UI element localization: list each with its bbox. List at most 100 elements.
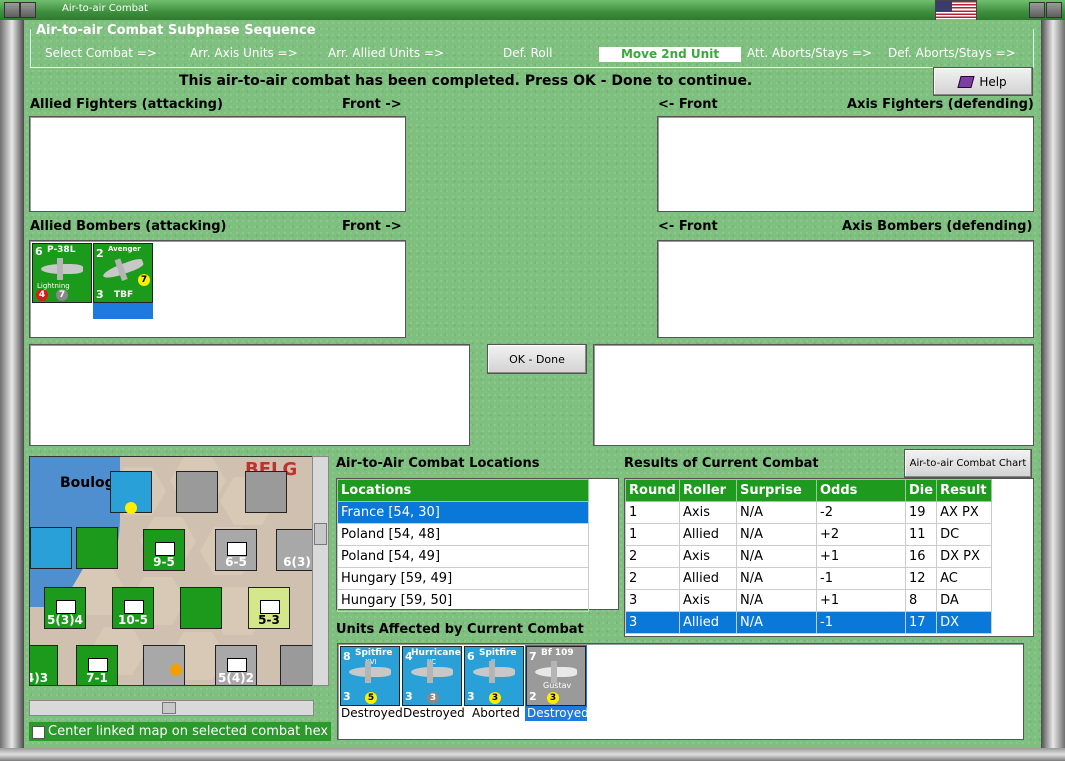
title-bar: Air-to-air Combat bbox=[0, 0, 1065, 22]
close-icon[interactable] bbox=[1046, 2, 1062, 18]
map-air-counter-macchi[interactable] bbox=[245, 471, 287, 513]
map-vertical-thumb[interactable] bbox=[314, 523, 327, 545]
allied-fighters-box[interactable] bbox=[29, 116, 406, 212]
result-cell: +1 bbox=[816, 589, 906, 612]
combat-chart-button[interactable]: Air-to-air Combat Chart bbox=[904, 449, 1032, 478]
unit-counter-p38l[interactable]: 6 P-38L Lightning 4 7 bbox=[32, 243, 92, 303]
unit-counter-avenger[interactable]: 2 Avenger 7 3 TBF bbox=[93, 243, 153, 303]
system-menu-icon[interactable] bbox=[4, 2, 20, 18]
map-counter-10-5[interactable]: 10-5 bbox=[112, 587, 154, 629]
result-cell: 16 bbox=[904, 545, 938, 568]
map-counter-5-3-4[interactable]: 5(3)4 bbox=[44, 587, 86, 629]
results-list[interactable]: Round Roller Surprise Odds Die Result 1A… bbox=[624, 478, 1034, 637]
affected-unit-spitfire-xvi[interactable]: 8 Spitfire XVI 3 5 bbox=[340, 646, 400, 706]
locations-list[interactable]: Locations France [54, 30] Poland [54, 48… bbox=[336, 478, 619, 612]
map-counter-6-5[interactable]: 6-5 bbox=[215, 529, 257, 571]
counter-top-value: 2 bbox=[96, 247, 104, 260]
result-cell: -2 bbox=[816, 501, 906, 524]
map-counter-7-1[interactable]: 7-1 bbox=[76, 645, 118, 685]
counter-sub: Gustav bbox=[543, 681, 572, 690]
axis-bombers-front: <- Front bbox=[658, 219, 718, 234]
results-header: Odds bbox=[816, 479, 906, 502]
map-air-counter-bf109[interactable] bbox=[176, 471, 218, 513]
affected-unit-bf109[interactable]: 7 Bf 109 Gustav 2 3 bbox=[526, 646, 586, 706]
map-air-counter-p38l[interactable] bbox=[180, 587, 222, 629]
phase-step-select-combat: Select Combat => bbox=[45, 46, 157, 60]
center-map-option[interactable]: Center linked map on selected combat hex bbox=[29, 722, 331, 741]
result-row[interactable]: 1 Axis N/A -2 19 AX PX bbox=[625, 501, 992, 524]
location-row[interactable]: Poland [54, 48] bbox=[337, 523, 589, 546]
results-header: Die bbox=[904, 479, 938, 502]
map-counter-4-3[interactable]: 4)3 bbox=[30, 645, 58, 685]
map-vertical-scrollbar[interactable] bbox=[312, 456, 329, 686]
locations-title: Air-to-Air Combat Locations bbox=[336, 456, 540, 471]
affected-unit-hurricane[interactable]: 4 Hurricane IIC 3 3 bbox=[402, 646, 462, 706]
ok-done-button[interactable]: OK - Done bbox=[487, 344, 587, 374]
frame-left bbox=[0, 20, 24, 761]
result-cell: Allied bbox=[679, 523, 737, 546]
result-row[interactable]: 1 Allied N/A +2 11 DC bbox=[625, 523, 992, 546]
linked-map[interactable]: Boulog BELG 9-5 6-5 6(3) 5(3)4 10-5 5-3 … bbox=[29, 456, 314, 686]
help-button[interactable]: Help bbox=[933, 67, 1033, 96]
counter-top-value: 8 bbox=[343, 650, 351, 663]
results-header: Roller bbox=[679, 479, 737, 502]
results-title: Results of Current Combat bbox=[624, 456, 819, 471]
unit-symbol bbox=[227, 658, 247, 672]
result-cell: Axis bbox=[679, 501, 737, 524]
result-cell: 3 bbox=[625, 611, 680, 634]
result-row[interactable]: 3 Axis N/A +1 8 DA bbox=[625, 589, 992, 612]
result-cell: DC bbox=[936, 523, 992, 546]
locations-header: Locations bbox=[337, 479, 589, 502]
location-cell: France [54, 30] bbox=[337, 501, 589, 524]
frame-bottom bbox=[0, 748, 1065, 761]
map-counter-text: 7-1 bbox=[86, 671, 108, 685]
affected-title: Units Affected by Current Combat bbox=[336, 622, 584, 637]
counter-gray-dot: 7 bbox=[56, 289, 68, 301]
restore-icon[interactable] bbox=[20, 2, 36, 18]
allied-bombers-front: Front -> bbox=[342, 219, 402, 234]
map-air-counter-spitfire[interactable] bbox=[110, 471, 152, 514]
allied-bombers-box[interactable]: 6 P-38L Lightning 4 7 2 Avenger 7 3 TBF bbox=[29, 240, 406, 338]
location-cell: Hungary [59, 49] bbox=[337, 567, 589, 590]
map-counter-9-5[interactable]: 9-5 bbox=[143, 529, 185, 571]
counter-air-attack: 6 bbox=[35, 245, 43, 258]
map-counter-5-4-2[interactable]: 5(4)2 bbox=[215, 645, 257, 685]
location-row[interactable]: Hungary [59, 50] bbox=[337, 589, 589, 612]
phase-step-arr-allied: Arr. Allied Units => bbox=[328, 46, 445, 60]
map-air-counter-fw190[interactable] bbox=[280, 645, 313, 685]
result-cell: -1 bbox=[816, 611, 906, 634]
plane-icon bbox=[535, 661, 577, 683]
map-air-counter-ju88[interactable] bbox=[143, 645, 185, 685]
result-row[interactable]: 2 Allied N/A -1 12 AC bbox=[625, 567, 992, 590]
center-map-checkbox[interactable] bbox=[32, 726, 45, 739]
map-counter-5-3[interactable]: 5-3 bbox=[248, 587, 290, 629]
counter-name: Hurricane bbox=[411, 648, 461, 658]
map-horizontal-thumb[interactable] bbox=[162, 702, 176, 714]
map-horizontal-scrollbar[interactable] bbox=[29, 700, 314, 716]
unit-symbol bbox=[56, 600, 76, 614]
result-cell: 17 bbox=[904, 611, 938, 634]
axis-fighters-label: Axis Fighters (defending) bbox=[847, 97, 1034, 112]
map-counter-6-3[interactable]: 6(3) bbox=[276, 529, 313, 571]
location-cell: Hungary [59, 50] bbox=[337, 589, 589, 612]
location-row[interactable]: Poland [54, 49] bbox=[337, 545, 589, 568]
minimize-icon[interactable] bbox=[1029, 2, 1045, 18]
result-row[interactable]: 2 Axis N/A +1 16 DX PX bbox=[625, 545, 992, 568]
allied-bombers-label: Allied Bombers (attacking) bbox=[30, 219, 227, 234]
axis-fighters-box[interactable] bbox=[657, 116, 1034, 212]
result-cell: 8 bbox=[904, 589, 938, 612]
location-cell: Poland [54, 48] bbox=[337, 523, 589, 546]
affected-unit-spitfire-ii[interactable]: 6 Spitfire II 3 3 bbox=[464, 646, 524, 706]
location-row[interactable]: France [54, 30] bbox=[337, 501, 589, 524]
counter-name: Avenger bbox=[108, 245, 141, 253]
location-row[interactable]: Hungary [59, 49] bbox=[337, 567, 589, 590]
counter-name: Spitfire bbox=[479, 648, 517, 658]
result-cell: N/A bbox=[736, 523, 817, 546]
map-air-counter-p47d[interactable] bbox=[76, 527, 118, 569]
axis-bombers-box[interactable] bbox=[657, 240, 1034, 338]
map-air-counter-partial[interactable] bbox=[30, 527, 72, 569]
affected-units-box[interactable]: 8 Spitfire XVI 3 5 Destroyed 4 Hurricane… bbox=[337, 643, 1024, 740]
result-row[interactable]: 3 Allied N/A -1 17 DX bbox=[625, 611, 992, 634]
counter-top-value: 6 bbox=[467, 650, 475, 663]
result-cell: N/A bbox=[736, 501, 817, 524]
